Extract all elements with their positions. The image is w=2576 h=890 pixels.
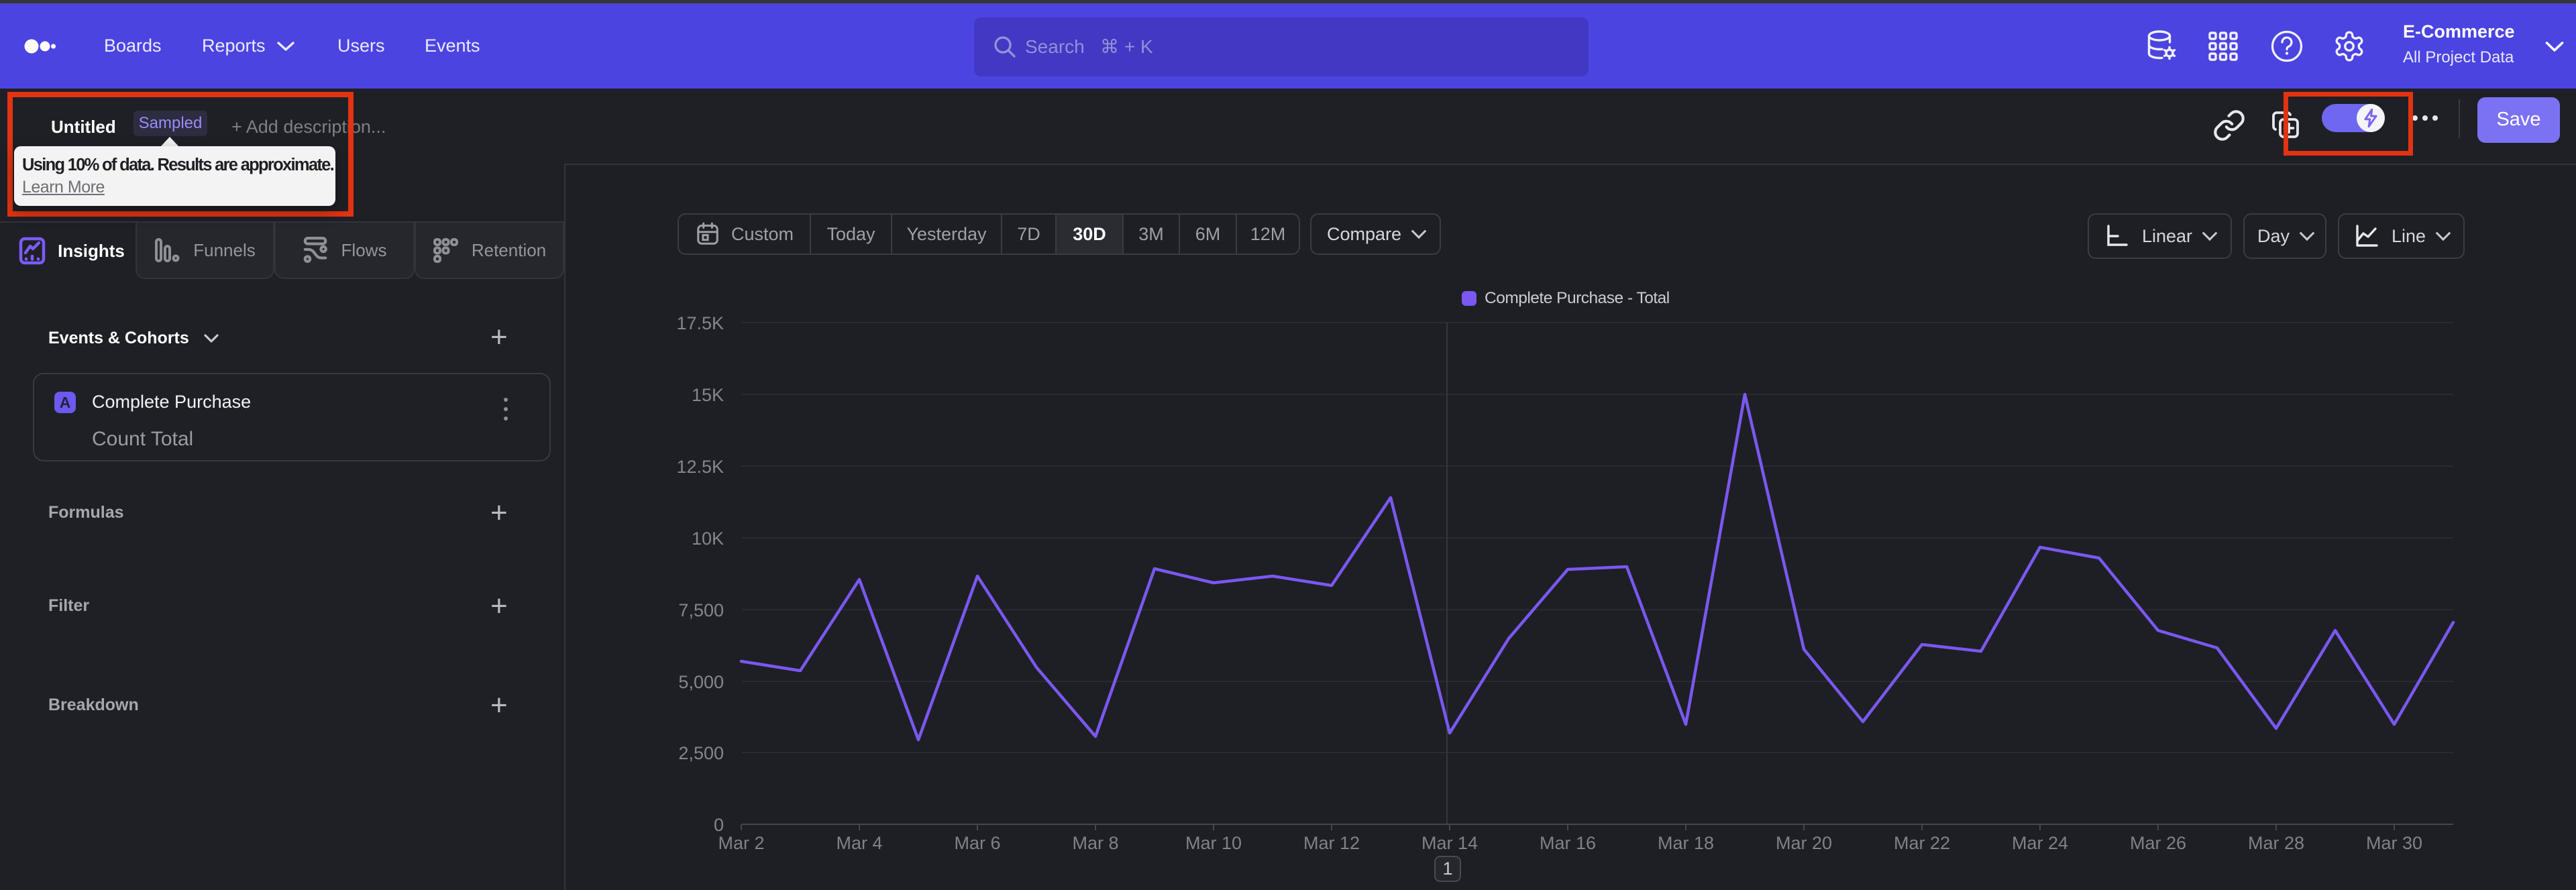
svg-text:17.5K: 17.5K	[676, 313, 724, 333]
svg-text:Mar 26: Mar 26	[2130, 833, 2186, 853]
svg-text:Mar 14: Mar 14	[1421, 833, 1478, 853]
svg-text:Mar 6: Mar 6	[954, 833, 1000, 853]
svg-text:Mar 8: Mar 8	[1072, 833, 1118, 853]
svg-text:Mar 16: Mar 16	[1540, 833, 1596, 853]
svg-text:Mar 12: Mar 12	[1303, 833, 1360, 853]
svg-text:Mar 10: Mar 10	[1185, 833, 1242, 853]
svg-text:7,500: 7,500	[678, 600, 724, 620]
svg-text:Mar 30: Mar 30	[2366, 833, 2422, 853]
svg-text:Mar 2: Mar 2	[718, 833, 764, 853]
svg-text:5,000: 5,000	[678, 672, 724, 692]
svg-text:0: 0	[714, 815, 724, 835]
svg-text:2,500: 2,500	[678, 743, 724, 763]
svg-text:Mar 24: Mar 24	[2012, 833, 2068, 853]
svg-text:1: 1	[1442, 858, 1452, 879]
svg-text:Mar 4: Mar 4	[836, 833, 882, 853]
svg-text:Mar 20: Mar 20	[1776, 833, 1832, 853]
svg-text:Mar 22: Mar 22	[1894, 833, 1950, 853]
svg-text:Mar 18: Mar 18	[1658, 833, 1714, 853]
svg-text:10K: 10K	[692, 529, 724, 549]
svg-text:Mar 28: Mar 28	[2248, 833, 2304, 853]
svg-text:12.5K: 12.5K	[676, 457, 724, 477]
svg-text:15K: 15K	[692, 385, 724, 405]
